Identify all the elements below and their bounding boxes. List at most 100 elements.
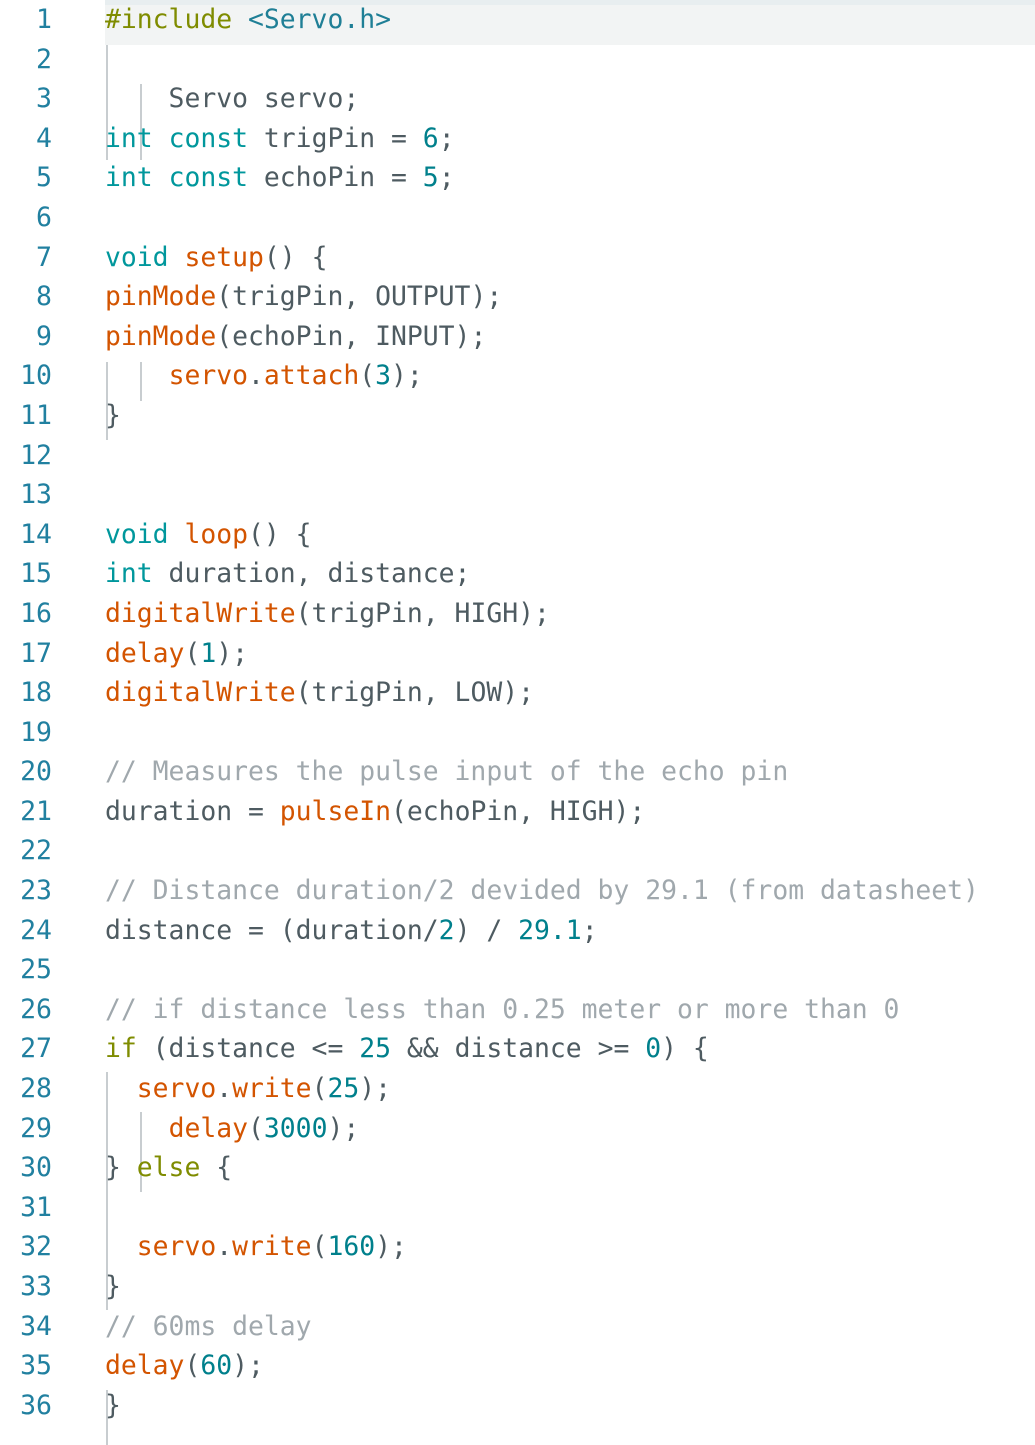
- code-line[interactable]: 26 // if distance less than 0.25 meter or…: [0, 990, 1035, 1030]
- code-line[interactable]: 31: [0, 1188, 1035, 1228]
- line-number: 5: [36, 162, 52, 194]
- code-line[interactable]: 2: [0, 40, 1035, 80]
- code-token: 5: [422, 162, 439, 194]
- code-line[interactable]: 8 pinMode(trigPin, OUTPUT);: [0, 277, 1035, 317]
- code-line[interactable]: 19: [0, 713, 1035, 753]
- line-content[interactable]: digitalWrite(trigPin, HIGH);: [105, 594, 550, 634]
- code-token: digitalWrite: [105, 597, 296, 629]
- code-token: }: [105, 1271, 121, 1302]
- code-token: attach: [263, 360, 360, 392]
- code-line[interactable]: 4 int const trigPin = 6;: [0, 119, 1035, 159]
- code-token: );: [232, 1350, 264, 1382]
- code-line[interactable]: 7 void setup() {: [0, 238, 1035, 278]
- line-content[interactable]: // if distance less than 0.25 meter or m…: [105, 990, 899, 1030]
- code-line[interactable]: 1 #include <Servo.h>: [0, 0, 1035, 40]
- line-number: 16: [20, 597, 52, 629]
- code-line[interactable]: 29 delay(3000);: [0, 1109, 1035, 1149]
- code-token: ) {: [661, 1033, 709, 1065]
- code-token: int: [105, 122, 153, 154]
- code-token: const: [168, 162, 249, 194]
- code-line[interactable]: 10 servo.attach(3);: [0, 356, 1035, 396]
- line-content[interactable]: // Distance duration/2 devided by 29.1 (…: [105, 871, 979, 911]
- code-token: write: [232, 1073, 312, 1105]
- line-content[interactable]: void loop() {: [105, 515, 312, 555]
- line-number: 34: [20, 1310, 52, 1342]
- code-line[interactable]: 5 int const echoPin = 5;: [0, 158, 1035, 198]
- code-line[interactable]: 12: [0, 436, 1035, 476]
- code-line[interactable]: 22: [0, 831, 1035, 871]
- line-content[interactable]: digitalWrite(trigPin, LOW);: [105, 673, 534, 713]
- line-content[interactable]: }: [105, 396, 121, 436]
- line-content[interactable]: pinMode(trigPin, OUTPUT);: [105, 277, 502, 317]
- code-editor[interactable]: 1 #include <Servo.h> 2 3 Servo servo; 4 int c…: [0, 0, 1035, 1445]
- line-content[interactable]: Servo servo;: [105, 79, 360, 119]
- code-line[interactable]: 18 digitalWrite(trigPin, LOW);: [0, 673, 1035, 713]
- line-number: 13: [20, 479, 52, 511]
- code-line[interactable]: 28 servo.write(25);: [0, 1069, 1035, 1109]
- code-line[interactable]: 6: [0, 198, 1035, 238]
- code-line[interactable]: 23 // Distance duration/2 devided by 29.1…: [0, 871, 1035, 911]
- line-content[interactable]: int const echoPin = 5;: [105, 158, 455, 198]
- line-content[interactable]: delay(60);: [105, 1346, 264, 1386]
- line-number: 15: [20, 558, 52, 590]
- code-line[interactable]: 35 delay(60);: [0, 1346, 1035, 1386]
- line-number: 1: [36, 4, 52, 35]
- line-content[interactable]: delay(1);: [105, 634, 248, 674]
- line-content[interactable]: int duration, distance;: [105, 554, 470, 594]
- code-line[interactable]: 11}: [0, 396, 1035, 436]
- line-content[interactable]: }: [105, 1386, 121, 1426]
- code-token: 3: [375, 360, 392, 392]
- code-token: ;: [438, 122, 455, 154]
- code-line[interactable]: 16 digitalWrite(trigPin, HIGH);: [0, 594, 1035, 634]
- code-token: else: [136, 1152, 201, 1184]
- line-number: 35: [20, 1350, 52, 1382]
- line-number: 19: [20, 716, 52, 748]
- line-content[interactable]: // Measures the pulse input of the echo …: [105, 752, 788, 792]
- code-token: .: [216, 1073, 233, 1105]
- line-content[interactable]: int const trigPin = 6;: [105, 119, 455, 159]
- code-line[interactable]: 34 // 60ms delay: [0, 1307, 1035, 1347]
- code-line[interactable]: 9 pinMode(echoPin, INPUT);: [0, 317, 1035, 357]
- code-line[interactable]: 15 int duration, distance;: [0, 554, 1035, 594]
- code-token: pinMode: [105, 281, 217, 313]
- line-content[interactable]: pinMode(echoPin, INPUT);: [105, 317, 486, 357]
- line-content[interactable]: duration = pulseIn(echoPin, HIGH);: [105, 792, 645, 832]
- code-token: ;: [581, 914, 598, 946]
- code-line[interactable]: 27 if (distance <= 25 && distance >= 0) {: [0, 1029, 1035, 1069]
- line-content[interactable]: // 60ms delay: [105, 1307, 312, 1347]
- code-token: (: [311, 1073, 328, 1105]
- line-content[interactable]: distance = (duration/2) / 29.1;: [105, 911, 598, 951]
- line-content[interactable]: }: [105, 1267, 121, 1307]
- code-line[interactable]: 30} else {: [0, 1148, 1035, 1188]
- code-line[interactable]: 25: [0, 950, 1035, 990]
- code-line[interactable]: 13: [0, 475, 1035, 515]
- code-token: int: [105, 558, 153, 590]
- code-token: );: [375, 1231, 407, 1263]
- code-token: (echoPin, INPUT);: [216, 320, 487, 352]
- code-line-list[interactable]: 1 #include <Servo.h> 2 3 Servo servo; 4 int c…: [0, 0, 1035, 1425]
- code-line[interactable]: 24 distance = (duration/2) / 29.1;: [0, 911, 1035, 951]
- code-line[interactable]: 32 servo.write(160);: [0, 1227, 1035, 1267]
- code-line[interactable]: 20 // Measures the pulse input of the ech…: [0, 752, 1035, 792]
- code-line[interactable]: 33}: [0, 1267, 1035, 1307]
- line-content[interactable]: void setup() {: [105, 238, 327, 278]
- code-line[interactable]: 17 delay(1);: [0, 634, 1035, 674]
- code-line[interactable]: 36}: [0, 1386, 1035, 1426]
- line-number: 27: [20, 1033, 52, 1065]
- line-content[interactable]: if (distance <= 25 && distance >= 0) {: [105, 1029, 709, 1069]
- line-content[interactable]: delay(3000);: [105, 1109, 360, 1149]
- line-content[interactable]: servo.write(25);: [105, 1069, 391, 1109]
- line-content[interactable]: servo.write(160);: [105, 1227, 407, 1267]
- line-content[interactable]: } else {: [105, 1148, 232, 1188]
- line-number: 11: [20, 399, 52, 431]
- code-line[interactable]: 3 Servo servo;: [0, 79, 1035, 119]
- code-line[interactable]: 21 duration = pulseIn(echoPin, HIGH);: [0, 792, 1035, 832]
- line-content[interactable]: #include <Servo.h>: [105, 0, 391, 40]
- code-line[interactable]: 14 void loop() {: [0, 515, 1035, 555]
- code-token: 25: [359, 1033, 392, 1065]
- line-content[interactable]: servo.attach(3);: [105, 356, 423, 396]
- code-token: servo: [168, 360, 249, 392]
- line-number: 32: [20, 1231, 52, 1263]
- code-token: <Servo.h>: [248, 4, 391, 35]
